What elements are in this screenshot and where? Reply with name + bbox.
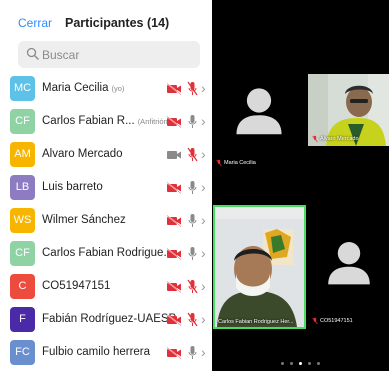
participant-video-frame <box>215 207 304 327</box>
participant-row[interactable]: FC Fulbio camilo herrera › <box>0 336 212 369</box>
mic-muted-icon <box>187 312 198 327</box>
video-off-icon <box>166 248 182 260</box>
participant-role-tag: (yo) <box>111 84 125 93</box>
mic-icon <box>188 181 197 194</box>
participant-row[interactable]: AM Alvaro Mercado › <box>0 138 212 171</box>
video-off-icon <box>166 281 182 293</box>
search-input[interactable] <box>40 41 190 68</box>
participant-name-text: CO51947151 <box>42 280 111 292</box>
participant-row[interactable]: CF Carlos Fabian Rodrigue... › <box>0 237 212 270</box>
participant-name: Carlos Fabian R... (Anfitrión) <box>42 115 170 127</box>
chevron-right-icon[interactable]: › <box>201 246 206 260</box>
chevron-right-icon[interactable]: › <box>201 147 206 161</box>
mic-icon <box>188 214 197 227</box>
avatar: MC <box>10 76 35 101</box>
video-off-icon <box>166 314 182 326</box>
participant-name: CO51947151 <box>42 280 110 292</box>
search-icon <box>26 47 39 60</box>
participant-name: Alvaro Mercado <box>42 148 123 160</box>
user-placeholder-icon <box>328 242 370 285</box>
mic-icon <box>188 115 197 128</box>
participant-name-text: Maria Cecilia <box>42 82 109 94</box>
page-dot[interactable] <box>308 362 311 365</box>
chevron-right-icon[interactable]: › <box>201 213 206 227</box>
participant-row[interactable]: CF Carlos Fabian R... (Anfitrión) › <box>0 105 212 138</box>
avatar: C <box>10 274 35 299</box>
participant-row[interactable]: MC Maria Cecilia (yo) › <box>0 72 212 105</box>
video-on-icon <box>167 151 181 159</box>
avatar: AM <box>10 142 35 167</box>
chevron-right-icon[interactable]: › <box>201 345 206 359</box>
mic-icon <box>188 247 197 260</box>
mic-muted-icon <box>187 81 198 96</box>
mic-muted-icon <box>312 135 318 143</box>
participant-name: Fulbio camilo herrera <box>42 346 150 358</box>
page-indicator[interactable] <box>212 362 389 368</box>
participant-name-text: Wilmer Sánchez <box>42 214 126 226</box>
video-tile[interactable]: Alvaro Mercado <box>308 74 389 146</box>
page-dot[interactable] <box>317 362 320 365</box>
participant-row[interactable]: LB Luis barreto › <box>0 171 212 204</box>
mic-muted-icon <box>187 279 198 294</box>
participant-name-text: Alvaro Mercado <box>42 148 123 160</box>
participant-row[interactable]: F Fabián Rodríguez-UAESP › <box>0 303 212 336</box>
active-speaker-tile[interactable]: Carlos Fabian Rodriguez Her... <box>213 205 306 329</box>
video-tile[interactable]: CO51947151 <box>308 205 389 329</box>
participant-name-text: Luis barreto <box>42 181 103 193</box>
chevron-right-icon[interactable]: › <box>201 279 206 293</box>
search-bar[interactable] <box>18 41 200 68</box>
close-button[interactable]: Cerrar <box>18 16 52 30</box>
video-off-icon <box>166 215 182 227</box>
avatar: CF <box>10 109 35 134</box>
mic-muted-icon <box>187 147 198 162</box>
participant-name: Luis barreto <box>42 181 103 193</box>
user-placeholder-icon <box>236 88 282 135</box>
panel-title: Participantes (14) <box>65 16 170 30</box>
avatar: WS <box>10 208 35 233</box>
chevron-right-icon[interactable]: › <box>201 180 206 194</box>
chevron-right-icon[interactable]: › <box>201 312 206 326</box>
participant-row[interactable]: WS Wilmer Sánchez › <box>0 204 212 237</box>
video-off-icon <box>166 182 182 194</box>
page-dot[interactable] <box>290 362 293 365</box>
participant-name-text: Carlos Fabian R... <box>42 115 135 127</box>
chevron-right-icon[interactable]: › <box>201 81 206 95</box>
tile-label: Alvaro Mercado <box>320 136 359 142</box>
video-off-icon <box>166 116 182 128</box>
tile-label: Carlos Fabian Rodriguez Her... <box>218 319 294 325</box>
panel-header: Cerrar Participantes (14) <box>0 0 212 38</box>
video-tile[interactable]: Maria Cecilia <box>212 74 305 170</box>
mic-muted-icon <box>312 317 318 325</box>
avatar: CF <box>10 241 35 266</box>
video-off-icon <box>166 347 182 359</box>
mic-muted-icon <box>216 159 222 167</box>
participant-name-text: Fabián Rodríguez-UAESP <box>42 313 177 325</box>
participant-name-text: Carlos Fabian Rodrigue... <box>42 247 174 259</box>
participant-row[interactable]: C CO51947151 › <box>0 270 212 303</box>
avatar: LB <box>10 175 35 200</box>
chevron-right-icon[interactable]: › <box>201 114 206 128</box>
page-dot[interactable] <box>299 362 302 365</box>
page-dot[interactable] <box>281 362 284 365</box>
participant-name: Maria Cecilia (yo) <box>42 82 124 94</box>
tile-label: CO51947151 <box>320 318 353 324</box>
video-off-icon <box>166 83 182 95</box>
tile-label: Maria Cecilia <box>224 160 256 166</box>
video-gallery: Maria Cecilia Alvaro Mercado Carlos Fabi… <box>212 0 389 371</box>
avatar: FC <box>10 340 35 365</box>
participants-panel: Cerrar Participantes (14) MC Maria Cecili… <box>0 0 212 371</box>
participant-name-text: Fulbio camilo herrera <box>42 346 151 358</box>
participant-name: Fabián Rodríguez-UAESP <box>42 313 176 325</box>
mic-icon <box>188 346 197 359</box>
avatar: F <box>10 307 35 332</box>
participant-name: Wilmer Sánchez <box>42 214 126 226</box>
participant-name: Carlos Fabian Rodrigue... <box>42 247 173 259</box>
